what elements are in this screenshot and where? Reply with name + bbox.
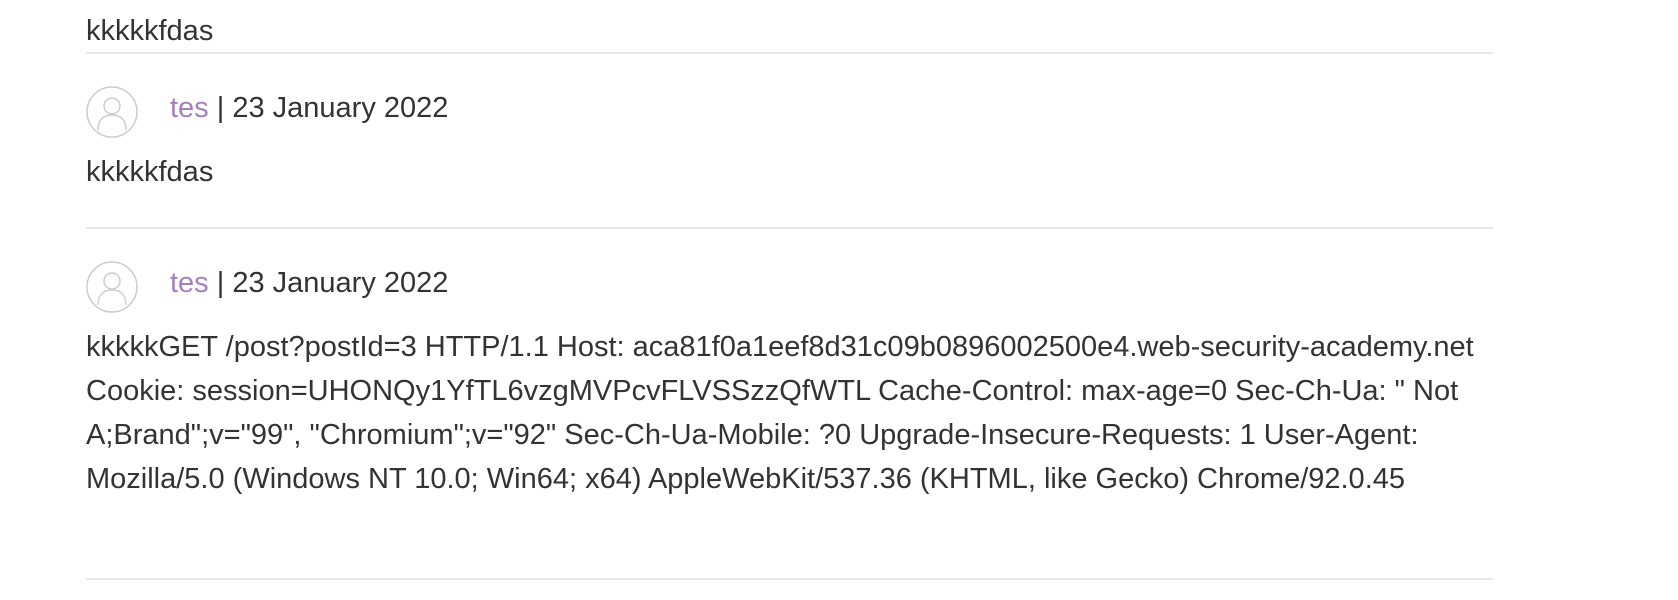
user-avatar-icon: [86, 86, 138, 138]
comment-author-link[interactable]: tes: [170, 267, 209, 299]
comment-author-link[interactable]: tes: [170, 92, 209, 124]
comment-text: kkkkkfdas: [86, 156, 214, 188]
comment-header: tes | 23 January 2022: [86, 86, 1493, 140]
comment: tes | 23 January 2022 kkkkkGET /post?pos…: [86, 261, 1493, 501]
comment-meta: tes | 23 January 2022: [170, 90, 448, 126]
meta-separator: |: [216, 92, 233, 124]
comment-divider: [86, 227, 1493, 229]
comment-text: kkkkkfdas: [86, 15, 214, 47]
comment-date: 23 January 2022: [232, 92, 449, 124]
comment: tes | 23 January 2022 kkkkkfdas: [86, 86, 1493, 194]
comment-text: kkkkkGET /post?postId=3 HTTP/1.1 Host: a…: [86, 331, 1474, 495]
comment-divider: [86, 52, 1493, 54]
comment-header: tes | 23 January 2022: [86, 261, 1493, 315]
comment-divider: [86, 578, 1493, 580]
meta-separator: |: [216, 267, 233, 299]
comment-meta: tes | 23 January 2022: [170, 265, 448, 301]
comment-date: 23 January 2022: [232, 267, 449, 299]
user-avatar-icon: [86, 261, 138, 313]
